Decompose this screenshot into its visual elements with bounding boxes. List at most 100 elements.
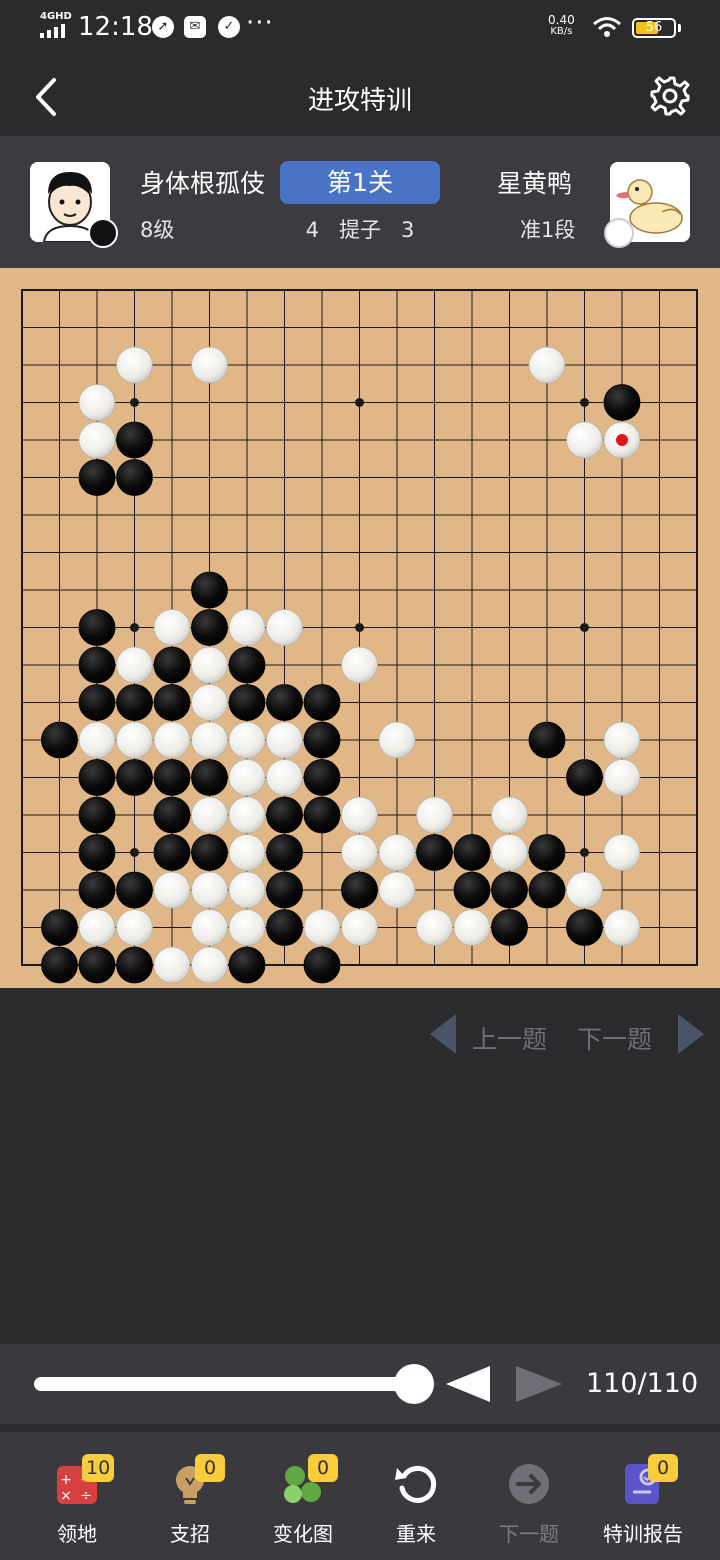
white-captures: 3 [401, 218, 415, 242]
move-slider-bar: 110/110 [0, 1344, 720, 1424]
level-badge: 第1关 [280, 161, 440, 204]
black-stone [303, 721, 341, 759]
star-point [580, 848, 589, 857]
gear-icon[interactable] [648, 74, 692, 118]
network-type: 4GHD [40, 11, 72, 22]
capture-count: 4 提子 3 [280, 214, 440, 244]
territory-button[interactable]: + − × ÷ 10 领地 [22, 1432, 132, 1560]
white-stone [266, 609, 303, 646]
black-player-rank: 8级 [140, 218, 175, 242]
variation-button[interactable]: 0 变化图 [248, 1432, 358, 1560]
black-stone [116, 684, 153, 721]
white-stone [378, 834, 416, 871]
black-stone [41, 909, 78, 946]
black-stone [116, 459, 153, 496]
black-stone [528, 721, 566, 759]
black-stone [41, 946, 78, 984]
wifi-icon [593, 17, 621, 37]
black-stone [116, 759, 153, 796]
black-stone [78, 646, 116, 684]
next-label: 下一题 [499, 1522, 559, 1546]
signal-icon [40, 24, 70, 38]
step-forward-icon[interactable] [514, 1364, 564, 1404]
report-label: 特训报告 [603, 1522, 683, 1546]
white-stone [341, 909, 378, 946]
white-stone [191, 646, 228, 684]
star-point [355, 623, 364, 632]
board-canvas[interactable] [0, 268, 720, 988]
star-point [580, 623, 589, 632]
white-stone [341, 834, 378, 871]
move-slider-thumb[interactable] [394, 1364, 434, 1404]
next-problem-button[interactable]: 下一题 [577, 1020, 652, 1056]
hint-badge: 0 [195, 1454, 225, 1482]
white-stone [78, 384, 116, 421]
black-stone-indicator [88, 218, 118, 248]
check-icon: ✓ [218, 16, 240, 38]
black-stone [116, 421, 153, 459]
white-stone [416, 909, 453, 946]
white-stone [228, 796, 266, 834]
star-point [580, 398, 589, 407]
black-stone [116, 871, 153, 909]
speed-unit: KB/s [550, 26, 573, 37]
bottom-toolbar: + − × ÷ 10 领地 0 支招 0 变化图 重来 [0, 1432, 720, 1560]
report-button[interactable]: 0 特训报告 [588, 1432, 698, 1560]
compass-icon: ➚ [152, 16, 174, 38]
black-stone [116, 946, 153, 984]
territory-label: 领地 [57, 1522, 97, 1546]
network-speed: 0.40 KB/s [548, 14, 575, 38]
white-stone-indicator [604, 218, 634, 248]
white-stone [491, 834, 528, 871]
white-stone [566, 421, 603, 459]
white-stone [266, 759, 303, 796]
black-stone [228, 684, 266, 721]
variation-badge: 0 [308, 1454, 338, 1482]
black-stone [266, 796, 303, 834]
black-stone [78, 946, 116, 984]
next-button[interactable]: 下一题 [474, 1432, 584, 1560]
white-stone [191, 909, 228, 946]
go-board[interactable] [0, 268, 720, 988]
white-stone [528, 346, 566, 384]
black-stone [566, 909, 603, 946]
white-stone [266, 721, 303, 759]
black-stone [266, 684, 303, 721]
black-stone [566, 759, 603, 796]
move-slider-track[interactable] [34, 1377, 414, 1391]
white-stone [228, 609, 266, 646]
white-stone [191, 946, 228, 984]
black-stone [528, 871, 566, 909]
restart-icon [395, 1465, 437, 1503]
white-stone [116, 646, 153, 684]
white-stone [78, 909, 116, 946]
black-stone [266, 834, 303, 871]
black-stone [153, 684, 191, 721]
black-stone [78, 459, 116, 496]
white-stone [603, 834, 641, 871]
black-stone [153, 759, 191, 796]
svg-text:÷: ÷ [80, 1488, 92, 1504]
black-stone [191, 834, 228, 871]
restart-button[interactable]: 重来 [361, 1432, 471, 1560]
step-back-icon[interactable] [444, 1364, 492, 1404]
black-stone [528, 834, 566, 871]
white-stone [191, 871, 228, 909]
star-point [130, 848, 139, 857]
hint-button[interactable]: 0 支招 [135, 1432, 245, 1560]
next-arrow-icon [509, 1464, 549, 1504]
white-stone [603, 721, 641, 759]
white-stone [378, 721, 416, 759]
star-point [130, 623, 139, 632]
white-stone [341, 646, 378, 684]
black-stone [78, 871, 116, 909]
white-player-name: 星黄鸭 [497, 169, 573, 198]
black-stone [78, 834, 116, 871]
prev-problem-arrow-icon[interactable] [428, 1012, 458, 1056]
prev-problem-button[interactable]: 上一题 [472, 1020, 547, 1056]
white-stone [153, 609, 191, 646]
white-stone [378, 871, 416, 909]
black-stone [153, 796, 191, 834]
next-problem-arrow-icon[interactable] [676, 1012, 706, 1056]
white-stone [303, 909, 341, 946]
